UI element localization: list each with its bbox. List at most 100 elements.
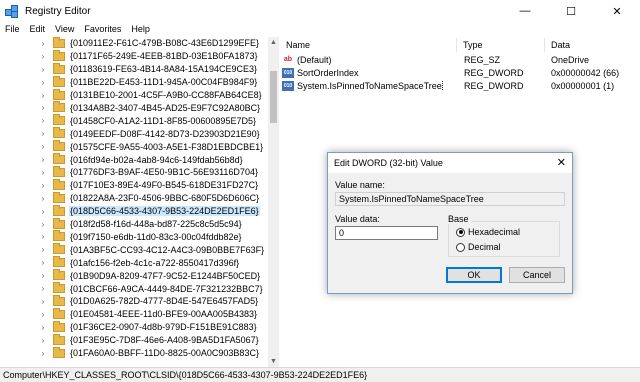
maximize-button[interactable]: ☐ (548, 0, 594, 22)
chevron-right-icon[interactable]: › (38, 297, 48, 306)
tree-item[interactable]: › {01F3E95C-7D8F-46e6-A408-9BA5D1FA5067} (0, 333, 268, 347)
tree-item[interactable]: › {01A3BF5C-CC93-4C12-A4C3-09B0BBE7F63F} (0, 243, 268, 256)
chevron-right-icon[interactable]: › (38, 336, 48, 345)
chevron-right-icon[interactable]: › (38, 271, 48, 280)
tree-item-label: {01afc156-f2eb-4c1c-a722-8550417d396f} (70, 257, 240, 268)
tree-item-label: {019f7150-e6db-11d0-83c3-00c04fddb82e} (70, 231, 242, 242)
scroll-down-icon[interactable]: ▼ (268, 356, 279, 367)
chevron-right-icon[interactable]: › (38, 78, 48, 87)
tree-item[interactable]: › {01776DF3-B9AF-4E50-9B1C-56E93116D704} (0, 165, 268, 179)
menu-file[interactable]: File (0, 24, 25, 34)
chevron-right-icon[interactable]: › (38, 232, 48, 241)
chevron-right-icon[interactable]: › (38, 142, 48, 151)
chevron-right-icon[interactable]: › (38, 323, 48, 332)
tree-item[interactable]: › {01E04581-4EEE-11d0-BFE9-00AA005B4383} (0, 307, 268, 321)
tree-item-label: {01171F65-249E-4EEB-81BD-03E1B0FA1873} (70, 51, 258, 62)
chevron-right-icon[interactable]: › (38, 245, 48, 254)
folder-icon (53, 88, 65, 100)
value-list-header: Name Type Data (280, 38, 640, 52)
tree-scrollbar[interactable]: ▲ ▼ (268, 37, 279, 367)
chevron-right-icon[interactable]: › (38, 194, 48, 203)
tree-item[interactable]: › {010911E2-F61C-479B-B08C-43E6D1299EFE} (0, 37, 268, 50)
tree-item[interactable]: › {01822A8A-23F0-4506-9BBC-680F5D6D606C} (0, 191, 268, 205)
minimize-button[interactable]: — (502, 0, 548, 22)
tree-item[interactable]: › {01B90D9A-8209-47F7-9C52-E1244BF50CED} (0, 269, 268, 282)
cancel-button[interactable]: Cancel (509, 267, 565, 283)
folder-icon (53, 269, 65, 281)
chevron-right-icon[interactable]: › (38, 103, 48, 112)
tree-item[interactable]: › {011BE22D-E453-11D1-945A-00C04FB984F9} (0, 75, 268, 89)
chevron-right-icon[interactable]: › (38, 52, 48, 61)
value-row-ispinned[interactable]: 010 System.IsPinnedToNameSpaceTree REG_D… (282, 79, 640, 92)
status-bar: Computer\HKEY_CLASSES_ROOT\CLSID\{018D5C… (0, 367, 640, 382)
chevron-right-icon[interactable]: › (38, 155, 48, 164)
column-header-type[interactable]: Type (457, 38, 545, 52)
chevron-right-icon[interactable]: › (38, 129, 48, 138)
scroll-thumb[interactable] (270, 71, 277, 123)
column-header-data[interactable]: Data (545, 38, 640, 52)
tree-item[interactable]: › {0134A8B2-3407-4B45-AD25-E9F7C92A80BC} (0, 101, 268, 115)
menu-edit[interactable]: Edit (25, 24, 51, 34)
value-data-input[interactable]: 0 (335, 226, 438, 240)
ok-button[interactable]: OK (446, 267, 502, 283)
value-name-field[interactable]: System.IsPinnedToNameSpaceTree (335, 192, 565, 206)
chevron-right-icon[interactable]: › (38, 116, 48, 125)
tree-item[interactable]: › {019f7150-e6db-11d0-83c3-00c04fddb82e} (0, 230, 268, 244)
chevron-right-icon[interactable]: › (38, 65, 48, 74)
tree-item[interactable]: › {016fd94e-b02a-4ab8-94c6-149fdab56b8d} (0, 153, 268, 166)
tree-item[interactable]: › {0118361​9-FE63-4B14-8A84-15A194CE9CE3} (0, 62, 268, 76)
scroll-up-icon[interactable]: ▲ (268, 37, 279, 48)
chevron-right-icon[interactable]: › (38, 168, 48, 177)
tree-item[interactable]: › {01575CFE-9A55-4003-A5E1-F38D1EBDCBE1} (0, 140, 268, 153)
value-type: REG_DWORD (464, 80, 524, 91)
tree-item[interactable]: › {017F10E3-89E4-49F0-B545-618DE31FD27C} (0, 178, 268, 192)
folder-icon (53, 320, 65, 332)
chevron-right-icon[interactable]: › (38, 91, 48, 100)
tree-item[interactable]: › {01458CF0-A1A2-11D1-8F85-00600895E7D5} (0, 114, 268, 127)
tree-item-label: {01CBCF66-A9CA-4449-84DE-7F321232BBC7} (70, 283, 263, 294)
tree-item[interactable]: › {01FA60A0-BBFF-11D0-8825-00A0C903B83C} (0, 346, 268, 360)
tree-item[interactable]: › {01afc156-f2eb-4c1c-a722-8550417d396f} (0, 256, 268, 269)
chevron-right-icon[interactable]: › (38, 181, 48, 190)
folder-icon (53, 191, 65, 203)
tree-item[interactable]: › {0131BE10-2001-4C5F-A9B0-CC88FAB64CE8} (0, 88, 268, 102)
folder-icon (53, 204, 65, 216)
menu-view[interactable]: View (50, 24, 79, 34)
radio-unselected-icon (456, 242, 465, 252)
tree-item[interactable]: › {018D5C66-4533-4307-9B53-224DE2ED1FE6} (0, 204, 268, 218)
tree-item[interactable]: › {0149EEDF-D08F-4142-8D73-D23903D21E90} (0, 127, 268, 140)
chevron-right-icon[interactable]: › (38, 39, 48, 48)
menu-help[interactable]: Help (126, 24, 155, 34)
tree-item-label: {01F36CE2-0907-4d8b-979D-F151BE91C883} (70, 322, 257, 333)
folder-icon (53, 282, 65, 294)
folder-icon (53, 333, 65, 345)
value-name-label: Value name: (335, 180, 385, 190)
close-button[interactable]: ✕ (594, 0, 640, 22)
menu-favorites[interactable]: Favorites (79, 24, 126, 34)
tree-item[interactable]: › {01F36CE2-0907-4d8b-979D-F151BE91C883} (0, 320, 268, 334)
tree-item[interactable]: › {018f2d58-f16d-448a-bd87-225c8c5d5c94} (0, 217, 268, 231)
tree-item-label: {0131BE10-2001-4C5F-A9B0-CC88FAB64CE8} (70, 90, 262, 101)
folder-icon (53, 37, 65, 48)
menu-bar: File Edit View Favorites Help (0, 22, 640, 36)
chevron-right-icon[interactable]: › (38, 310, 48, 319)
tree-item[interactable]: › {01CBCF66-A9CA-4449-84DE-7F321232BBC7} (0, 282, 268, 295)
chevron-right-icon[interactable]: › (38, 220, 48, 229)
dword-value-icon: 010 (282, 67, 294, 78)
tree-item[interactable]: › {01171F65-249E-4EEB-81BD-03E1B0FA1873} (0, 49, 268, 63)
radio-hexadecimal[interactable]: Hexadecimal (456, 227, 520, 237)
column-header-name[interactable]: Name (280, 38, 457, 52)
chevron-right-icon[interactable]: › (38, 349, 48, 358)
registry-editor-icon (5, 4, 19, 18)
value-row-sortorderindex[interactable]: 010 SortOrderIndex REG_DWORD 0x00000042 … (282, 66, 640, 79)
tree-item[interactable]: › {01D0A625-782D-4777-8D4E-547E6457FAD5} (0, 294, 268, 308)
radio-hex-label: Hexadecimal (468, 227, 521, 237)
chevron-right-icon[interactable]: › (38, 258, 48, 267)
chevron-right-icon[interactable]: › (38, 207, 48, 216)
value-row-default[interactable]: ab (Default) REG_SZ OneDrive (282, 53, 640, 66)
dialog-close-icon[interactable]: ✕ (557, 156, 566, 169)
chevron-right-icon[interactable]: › (38, 284, 48, 293)
tree-item-label: {010911E2-F61C-479B-B08C-43E6D1299EFE} (70, 38, 259, 49)
radio-decimal[interactable]: Decimal (456, 242, 501, 252)
folder-icon (53, 294, 65, 306)
